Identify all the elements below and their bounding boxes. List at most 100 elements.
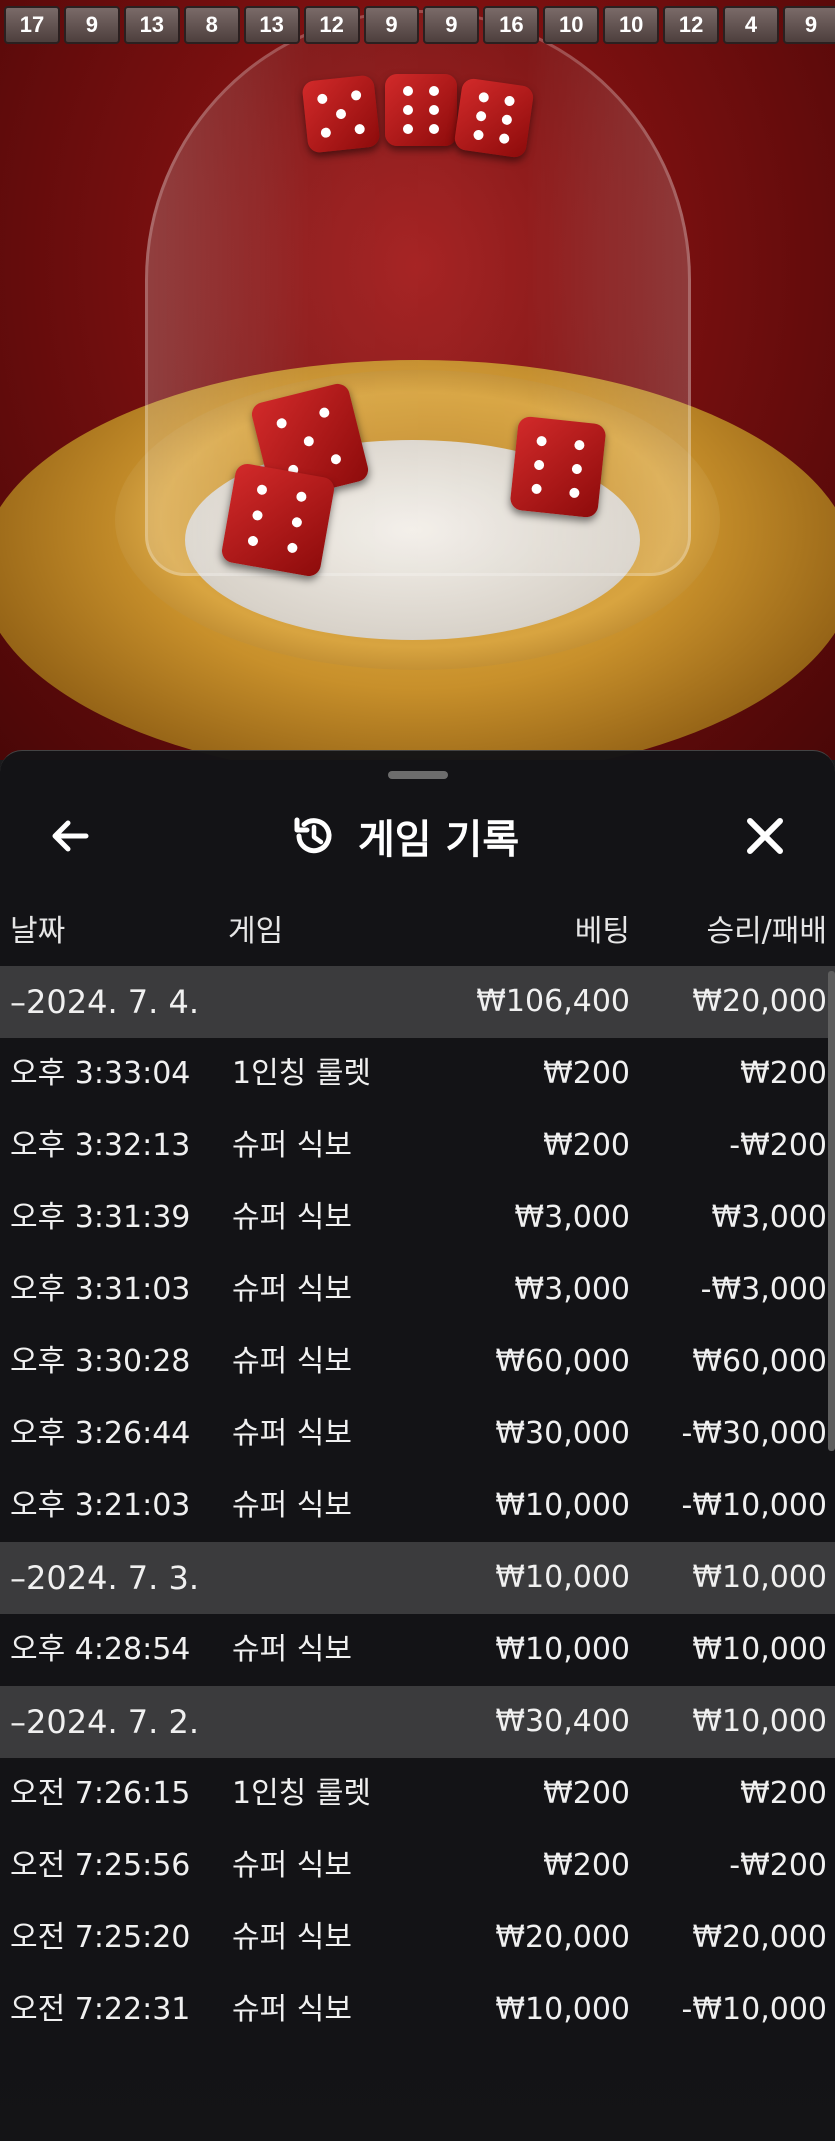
row-time: 오전 7:25:56 — [10, 1848, 191, 1883]
date-group-row[interactable]: –2024. 7. 4. ₩106,400 ₩20,000 — [0, 966, 835, 1038]
history-row[interactable]: 오후 3:26:44 슈퍼 식보 ₩30,000 -₩30,000 — [0, 1398, 835, 1470]
row-time: 오후 3:33:04 — [10, 1056, 191, 1091]
game-history-sheet: 게임 기록 날짜 게임 베팅 승리/패배 –2024. 7. 4. ₩106,40… — [0, 750, 835, 2141]
history-chip: 12 — [663, 6, 720, 44]
row-result: ₩10,000 — [692, 1632, 827, 1667]
row-bet: ₩60,000 — [495, 1344, 630, 1379]
row-time: 오후 3:31:39 — [10, 1200, 191, 1235]
row-bet: ₩10,000 — [495, 1632, 630, 1667]
column-header-bet[interactable]: 베팅 — [575, 906, 630, 950]
history-chip: 16 — [483, 6, 540, 44]
history-chip: 13 — [243, 6, 300, 44]
history-row[interactable]: 오후 3:31:03 슈퍼 식보 ₩3,000 -₩3,000 — [0, 1254, 835, 1326]
row-result: ₩3,000 — [711, 1200, 827, 1235]
row-bet: ₩10,000 — [495, 1992, 630, 2027]
row-bet: ₩20,000 — [495, 1920, 630, 1955]
row-bet: ₩200 — [543, 1776, 630, 1811]
row-game: 1인칭 룰렛 — [232, 1776, 372, 1811]
row-game: 슈퍼 식보 — [232, 1632, 352, 1667]
row-bet: ₩200 — [543, 1848, 630, 1883]
row-time: 오전 7:25:20 — [10, 1920, 191, 1955]
result-die — [301, 74, 381, 154]
history-row[interactable]: 오후 3:30:28 슈퍼 식보 ₩60,000 ₩60,000 — [0, 1326, 835, 1398]
history-chip: 10 — [603, 6, 660, 44]
row-result: ₩20,000 — [692, 1920, 827, 1955]
row-game: 슈퍼 식보 — [232, 1488, 352, 1523]
history-row[interactable]: 오후 3:32:13 슈퍼 식보 ₩200 -₩200 — [0, 1110, 835, 1182]
game-scene: 17 9 13 8 13 12 9 9 16 10 10 12 4 9 — [0, 0, 835, 760]
close-icon — [747, 818, 783, 854]
group-date: –2024. 7. 2. — [10, 1703, 200, 1741]
close-button[interactable] — [735, 806, 795, 866]
shaker-die — [509, 415, 607, 519]
history-row[interactable]: 오후 3:33:04 1인칭 룰렛 ₩200 ₩200 — [0, 1038, 835, 1110]
history-chip: 4 — [723, 6, 779, 44]
row-game: 슈퍼 식보 — [232, 1416, 352, 1451]
group-date: –2024. 7. 3. — [10, 1559, 200, 1597]
row-time: 오전 7:26:15 — [10, 1776, 191, 1811]
row-result: ₩200 — [740, 1056, 827, 1091]
back-button[interactable] — [40, 806, 100, 866]
shaker-die — [220, 462, 336, 578]
group-result-total: ₩10,000 — [692, 1560, 827, 1595]
date-group-row[interactable]: –2024. 7. 2. ₩30,400 ₩10,000 — [0, 1686, 835, 1758]
row-bet: ₩30,000 — [495, 1416, 630, 1451]
row-result: ₩200 — [740, 1776, 827, 1811]
scrollbar[interactable] — [828, 971, 835, 1451]
row-time: 오후 3:32:13 — [10, 1128, 191, 1163]
group-bet-total: ₩30,400 — [495, 1704, 630, 1739]
row-time: 오전 7:22:31 — [10, 1992, 191, 2027]
history-chip: 9 — [363, 6, 420, 44]
history-chip: 12 — [303, 6, 360, 44]
row-result: -₩3,000 — [700, 1272, 827, 1307]
bottom-fade — [0, 2051, 835, 2141]
history-chip: 9 — [423, 6, 480, 44]
row-time: 오후 3:30:28 — [10, 1344, 191, 1379]
group-date: –2024. 7. 4. — [10, 983, 200, 1021]
group-bet-total: ₩10,000 — [495, 1560, 630, 1595]
history-row[interactable]: 오전 7:26:15 1인칭 룰렛 ₩200 ₩200 — [0, 1758, 835, 1830]
row-result: -₩200 — [729, 1848, 827, 1883]
history-row[interactable]: 오전 7:25:20 슈퍼 식보 ₩20,000 ₩20,000 — [0, 1902, 835, 1974]
history-chip: 8 — [183, 6, 240, 44]
sheet-drag-handle[interactable] — [388, 771, 448, 779]
row-bet: ₩3,000 — [514, 1272, 630, 1307]
history-row[interactable]: 오후 3:21:03 슈퍼 식보 ₩10,000 -₩10,000 — [0, 1470, 835, 1542]
column-header-date[interactable]: 날짜 — [10, 906, 65, 950]
group-bet-total: ₩106,400 — [476, 984, 630, 1019]
history-row[interactable]: 오전 7:22:31 슈퍼 식보 ₩10,000 -₩10,000 — [0, 1974, 835, 2046]
row-bet: ₩200 — [543, 1128, 630, 1163]
history-chip: 9 — [782, 6, 835, 44]
result-die — [385, 74, 457, 146]
row-game: 슈퍼 식보 — [232, 1272, 352, 1307]
row-result: ₩60,000 — [692, 1344, 827, 1379]
history-row[interactable]: 오후 4:28:54 슈퍼 식보 ₩10,000 ₩10,000 — [0, 1614, 835, 1686]
history-chip: 17 — [4, 6, 60, 44]
row-game: 슈퍼 식보 — [232, 1848, 352, 1883]
history-row[interactable]: 오전 7:25:56 슈퍼 식보 ₩200 -₩200 — [0, 1830, 835, 1902]
history-row[interactable]: 오후 3:31:39 슈퍼 식보 ₩3,000 ₩3,000 — [0, 1182, 835, 1254]
arrow-left-icon — [52, 820, 89, 852]
row-game: 슈퍼 식보 — [232, 1200, 352, 1235]
history-chip: 10 — [543, 6, 600, 44]
roadmap-history-strip: 17 9 13 8 13 12 9 9 16 10 10 12 4 9 — [0, 6, 835, 44]
group-result-total: ₩10,000 — [692, 1704, 827, 1739]
result-die — [453, 77, 535, 159]
row-result: -₩10,000 — [681, 1992, 827, 2027]
row-game: 슈퍼 식보 — [232, 1992, 352, 2027]
row-time: 오후 3:26:44 — [10, 1416, 191, 1451]
row-bet: ₩200 — [543, 1056, 630, 1091]
row-game: 슈퍼 식보 — [232, 1128, 352, 1163]
row-time: 오후 3:21:03 — [10, 1488, 191, 1523]
group-result-total: ₩20,000 — [692, 984, 827, 1019]
row-result: -₩200 — [729, 1128, 827, 1163]
column-header-game[interactable]: 게임 — [228, 906, 283, 950]
date-group-row[interactable]: –2024. 7. 3. ₩10,000 ₩10,000 — [0, 1542, 835, 1614]
row-game: 슈퍼 식보 — [232, 1920, 352, 1955]
row-game: 슈퍼 식보 — [232, 1344, 352, 1379]
row-time: 오후 3:31:03 — [10, 1272, 191, 1307]
row-result: -₩10,000 — [681, 1488, 827, 1523]
history-chip: 13 — [123, 6, 180, 44]
history-table: –2024. 7. 4. ₩106,400 ₩20,000 오후 3:33:04 1인칭… — [0, 966, 835, 2046]
column-header-result[interactable]: 승리/패배 — [706, 906, 827, 950]
